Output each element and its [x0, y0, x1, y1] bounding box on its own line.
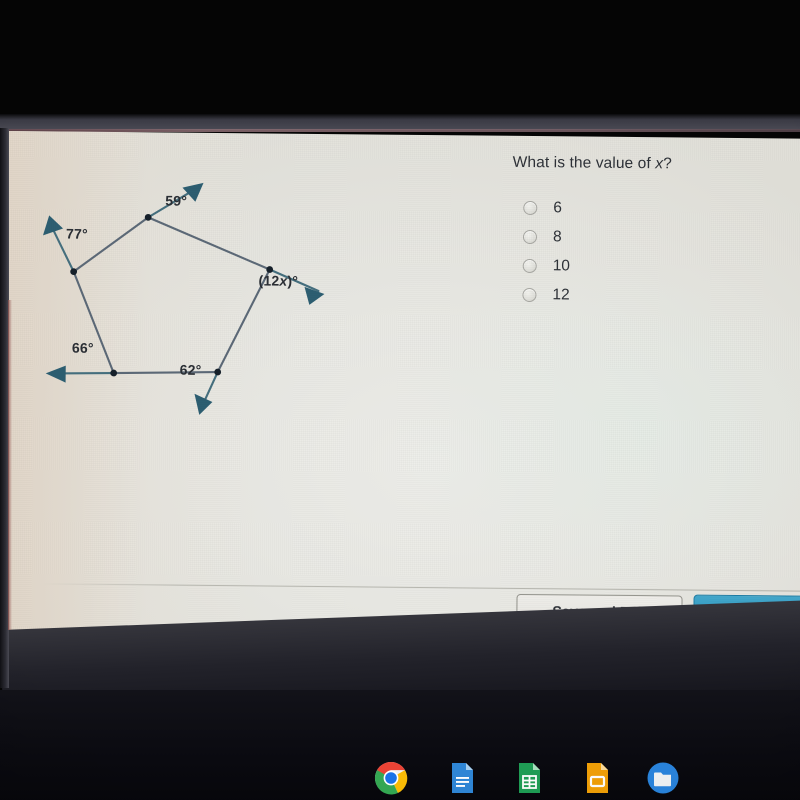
radio-button-icon[interactable] [522, 287, 537, 302]
radio-button-icon[interactable] [523, 200, 538, 215]
answer-options: 6 8 10 12 [522, 193, 570, 309]
footer-divider [39, 583, 800, 592]
screen-bezel-top [0, 114, 800, 130]
answer-option-2[interactable]: 8 [522, 222, 571, 251]
radio-button-icon[interactable] [522, 229, 538, 244]
files-icon[interactable] [643, 758, 683, 798]
question-prompt: What is the value of x? [513, 154, 672, 174]
laptop-screen-photo: 77° 59° (12x)° 66° 62° What is the value… [0, 0, 800, 800]
chromeos-shelf [0, 756, 800, 800]
question-prefix: What is the value of [512, 153, 656, 173]
answer-option-3[interactable]: 10 [522, 251, 571, 280]
answer-option-label: 10 [552, 256, 571, 274]
vertex-b [144, 213, 152, 221]
answer-option-label: 8 [552, 227, 562, 245]
polygon-diagram [43, 182, 325, 415]
google-slides-icon[interactable] [576, 758, 616, 798]
google-docs-icon[interactable] [441, 758, 481, 798]
answer-option-4[interactable]: 12 [522, 280, 570, 309]
angle-label-66: 66° [71, 339, 94, 356]
arrowhead-66 [45, 365, 66, 383]
angle-label-62: 62° [179, 361, 202, 378]
page-cool-vignette [383, 254, 800, 599]
side-bottom [112, 370, 219, 375]
geometry-figure: 77° 59° (12x)° 66° 62° [15, 143, 368, 426]
angle-label-77: 77° [65, 225, 88, 242]
answer-option-1[interactable]: 6 [523, 193, 571, 222]
side-top-right [147, 216, 271, 271]
vertex-d [214, 368, 222, 376]
answer-option-label: 12 [552, 285, 570, 303]
screen-bezel-left-tint [8, 300, 12, 630]
vertex-a [70, 268, 78, 276]
quiz-page: 77° 59° (12x)° 66° 62° What is the value… [2, 131, 800, 675]
question-suffix: ? [663, 155, 672, 173]
angle-label-59: 59° [165, 192, 188, 209]
side-bottom-left [72, 270, 115, 375]
radio-button-icon[interactable] [522, 258, 537, 273]
arrowhead-62 [194, 393, 213, 415]
google-sheets-icon[interactable] [508, 758, 548, 798]
angle-label-12x: (12x)° [258, 272, 299, 289]
chrome-icon[interactable] [371, 758, 411, 798]
arrowhead-77 [43, 215, 64, 236]
vertex-e [110, 369, 118, 377]
answer-option-label: 6 [553, 198, 562, 216]
vertex-dots [70, 213, 274, 377]
